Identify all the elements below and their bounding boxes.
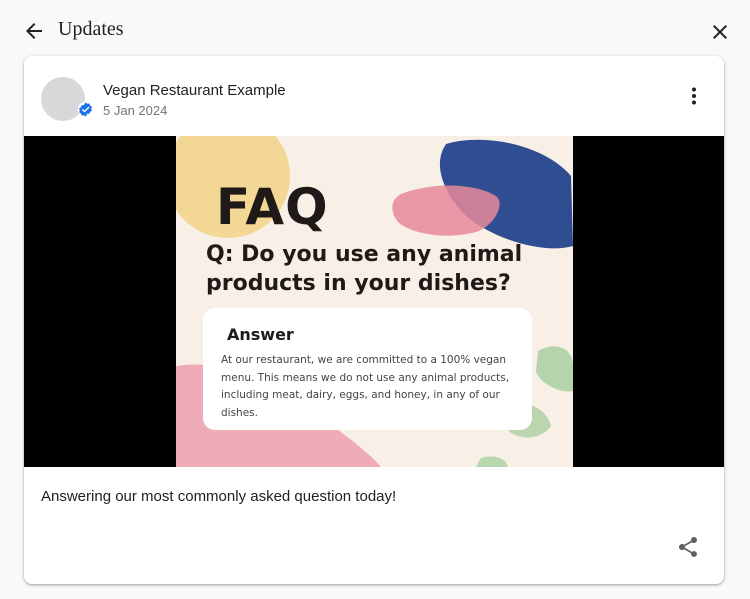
more-vert-icon xyxy=(692,87,696,105)
top-bar: Updates xyxy=(0,0,750,60)
post-media[interactable]: FAQ Q: Do you use any animal products in… xyxy=(24,136,724,467)
more-options-button[interactable] xyxy=(682,84,706,108)
author-name[interactable]: Vegan Restaurant Example xyxy=(103,82,286,99)
back-button[interactable] xyxy=(22,19,46,43)
close-button[interactable] xyxy=(708,20,732,44)
share-button[interactable] xyxy=(676,535,700,559)
post-text: Answering our most commonly asked questi… xyxy=(41,488,397,505)
close-icon xyxy=(713,25,727,39)
faq-title: FAQ xyxy=(216,178,329,236)
post-card: Vegan Restaurant Example 5 Jan 2024 FAQ … xyxy=(24,56,724,584)
page-title: Updates xyxy=(58,18,124,40)
verified-badge-icon xyxy=(77,101,94,118)
faq-image: FAQ Q: Do you use any animal products in… xyxy=(176,136,573,467)
arrow-left-icon xyxy=(26,23,42,39)
answer-box: Answer At our restaurant, we are committ… xyxy=(203,308,532,430)
answer-text: At our restaurant, we are committed to a… xyxy=(221,354,510,419)
post-date: 5 Jan 2024 xyxy=(103,103,168,118)
share-icon xyxy=(679,537,697,557)
answer-heading: Answer xyxy=(227,325,294,344)
faq-question: Q: Do you use any animal products in you… xyxy=(206,242,523,296)
